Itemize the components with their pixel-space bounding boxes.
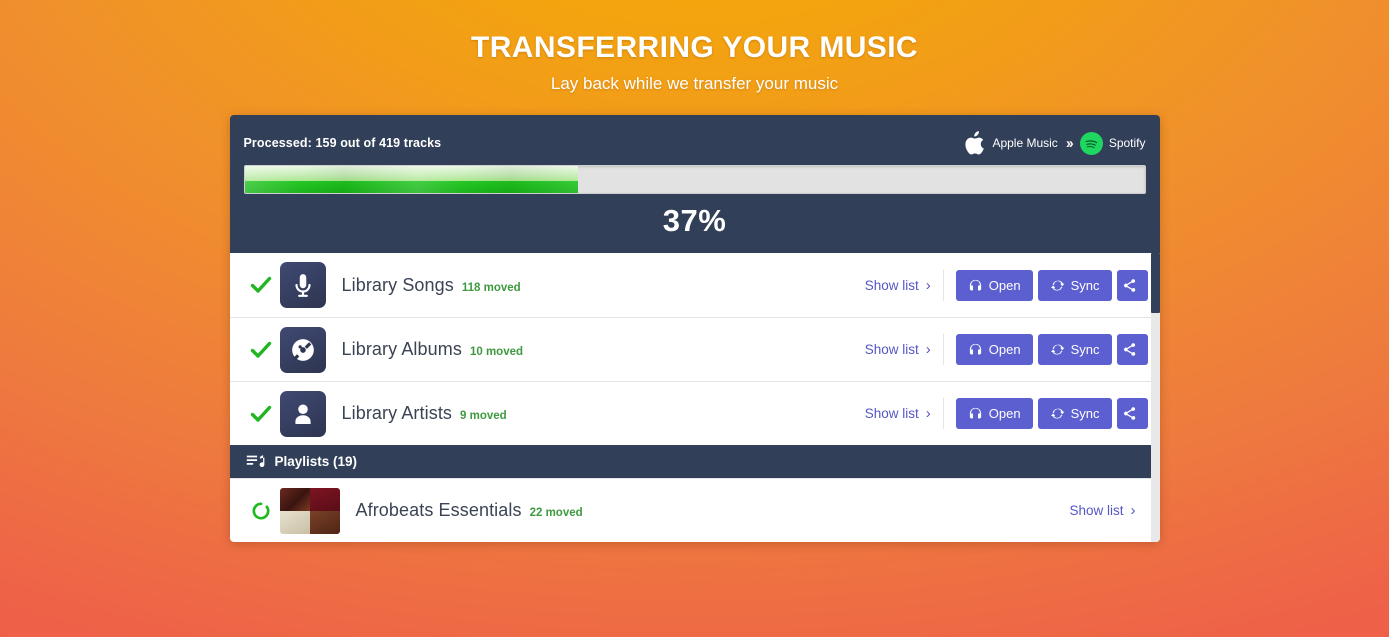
source-service: Apple Music — [964, 131, 1058, 155]
row-name: Library Artists — [341, 403, 453, 423]
open-button[interactable]: Open — [955, 398, 1033, 429]
sync-button-label: Sync — [1070, 342, 1100, 357]
headphones-icon — [969, 343, 981, 355]
open-button-label: Open — [988, 342, 1021, 357]
page-header: TRANSFERRING YOUR MUSIC Lay back while w… — [0, 0, 1389, 94]
row-name: Library Albums — [341, 339, 462, 359]
row-title-group: Afrobeats Essentials 22 moved — [356, 500, 1070, 521]
playlists-section-label: Playlists (19) — [274, 454, 358, 469]
table-row[interactable]: Afrobeats Essentials 22 moved Show list … — [229, 478, 1160, 542]
library-songs-icon-tile — [279, 262, 326, 308]
sync-button[interactable]: Sync — [1037, 269, 1112, 301]
progress-panel: Processed: 159 out of 419 tracks Apple M… — [229, 115, 1160, 253]
chevron-right-icon: › — [925, 276, 931, 294]
progress-bar-fill — [244, 166, 578, 193]
status-badge — [246, 405, 276, 423]
sync-icon — [1050, 280, 1064, 291]
vinyl-disc-icon — [291, 338, 314, 361]
collage-tile — [279, 487, 310, 511]
row-moved-count: 118 moved — [461, 281, 521, 294]
row-actions: Open Sync — [942, 269, 1148, 301]
transfer-card: Processed: 159 out of 419 tracks Apple M… — [229, 115, 1160, 542]
processed-count-label: Processed: 159 out of 419 tracks — [243, 136, 442, 150]
service-transfer-indicator: Apple Music ›› Spotify — [964, 131, 1146, 155]
chevron-right-icon: › — [925, 405, 931, 422]
show-list-label: Show list — [864, 406, 919, 421]
target-service: Spotify — [1079, 131, 1146, 155]
chevron-right-icon: › — [925, 341, 931, 358]
table-row[interactable]: Library Songs 118 moved Show list › Open — [230, 253, 1160, 317]
sync-icon — [1050, 344, 1064, 355]
row-title-group: Library Songs 118 moved — [342, 275, 865, 296]
headphones-icon — [969, 407, 981, 419]
spotify-icon — [1079, 131, 1103, 155]
double-chevron-right-icon: ›› — [1065, 134, 1074, 152]
library-albums-icon-tile — [279, 326, 326, 373]
share-icon — [1123, 278, 1135, 292]
row-moved-count: 10 moved — [469, 346, 524, 358]
sync-icon — [1050, 408, 1064, 419]
share-icon — [1123, 407, 1135, 420]
row-name: Library Songs — [341, 274, 454, 295]
check-icon — [250, 341, 271, 358]
show-list-label: Show list — [864, 277, 919, 293]
sync-button[interactable]: Sync — [1037, 398, 1112, 429]
scrollbar-track[interactable] — [1150, 253, 1160, 542]
open-button[interactable]: Open — [955, 269, 1033, 301]
apple-icon — [965, 131, 985, 155]
share-icon — [1123, 343, 1135, 356]
row-actions: Open Sync — [942, 334, 1148, 365]
share-button[interactable] — [1116, 269, 1148, 301]
row-moved-count: 9 moved — [460, 410, 507, 422]
scrollbar-thumb[interactable] — [1150, 253, 1160, 313]
row-moved-count: 22 moved — [529, 507, 583, 519]
open-button-label: Open — [988, 277, 1021, 293]
progress-percent-label: 37% — [662, 203, 727, 238]
check-icon — [250, 276, 271, 293]
microphone-icon — [294, 274, 311, 297]
transfer-list: Library Songs 118 moved Show list › Open — [229, 253, 1160, 542]
check-icon — [250, 405, 271, 422]
table-row[interactable]: Library Artists 9 moved Show list › Open — [229, 381, 1160, 445]
collage-tile — [309, 510, 340, 534]
show-list-label: Show list — [1069, 503, 1124, 518]
person-icon — [294, 403, 311, 424]
open-button[interactable]: Open — [955, 334, 1033, 365]
page-title: TRANSFERRING YOUR MUSIC — [471, 31, 918, 64]
share-button[interactable] — [1116, 334, 1148, 365]
collage-tile — [279, 510, 310, 534]
library-artists-icon-tile — [279, 390, 326, 437]
album-collage-thumbnail — [279, 487, 340, 534]
source-service-name: Apple Music — [992, 136, 1058, 150]
status-badge — [246, 276, 276, 294]
collage-tile — [309, 487, 340, 511]
status-badge — [246, 501, 276, 521]
show-list-label: Show list — [864, 342, 919, 357]
row-title-group: Library Albums 10 moved — [342, 339, 865, 360]
show-list-link[interactable]: Show list › — [865, 278, 943, 293]
table-row[interactable]: Library Albums 10 moved Show list › Open — [229, 317, 1160, 381]
playlists-section-header: Playlists (19) — [229, 445, 1160, 478]
headphones-icon — [969, 279, 981, 290]
target-service-name: Spotify — [1108, 136, 1146, 150]
playlist-icon — [246, 454, 264, 467]
chevron-right-icon: › — [1130, 502, 1136, 519]
row-title-group: Library Artists 9 moved — [342, 403, 865, 424]
page-subtitle: Lay back while we transfer your music — [550, 74, 839, 93]
sync-button-label: Sync — [1070, 277, 1100, 293]
progress-bar-bands — [244, 166, 578, 193]
open-button-label: Open — [988, 406, 1021, 421]
sync-button-label: Sync — [1070, 406, 1100, 421]
share-button[interactable] — [1116, 398, 1148, 429]
show-list-link[interactable]: Show list › — [865, 342, 943, 357]
sync-button[interactable]: Sync — [1037, 334, 1112, 365]
show-list-link[interactable]: Show list › — [865, 406, 943, 421]
status-badge — [246, 341, 276, 359]
loading-spinner-icon — [252, 502, 269, 519]
progress-header: Processed: 159 out of 419 tracks Apple M… — [243, 131, 1146, 155]
row-name: Afrobeats Essentials — [355, 500, 522, 520]
row-actions: Open Sync — [942, 398, 1148, 429]
progress-bar-track — [243, 165, 1146, 194]
show-list-link[interactable]: Show list › — [1069, 503, 1147, 518]
